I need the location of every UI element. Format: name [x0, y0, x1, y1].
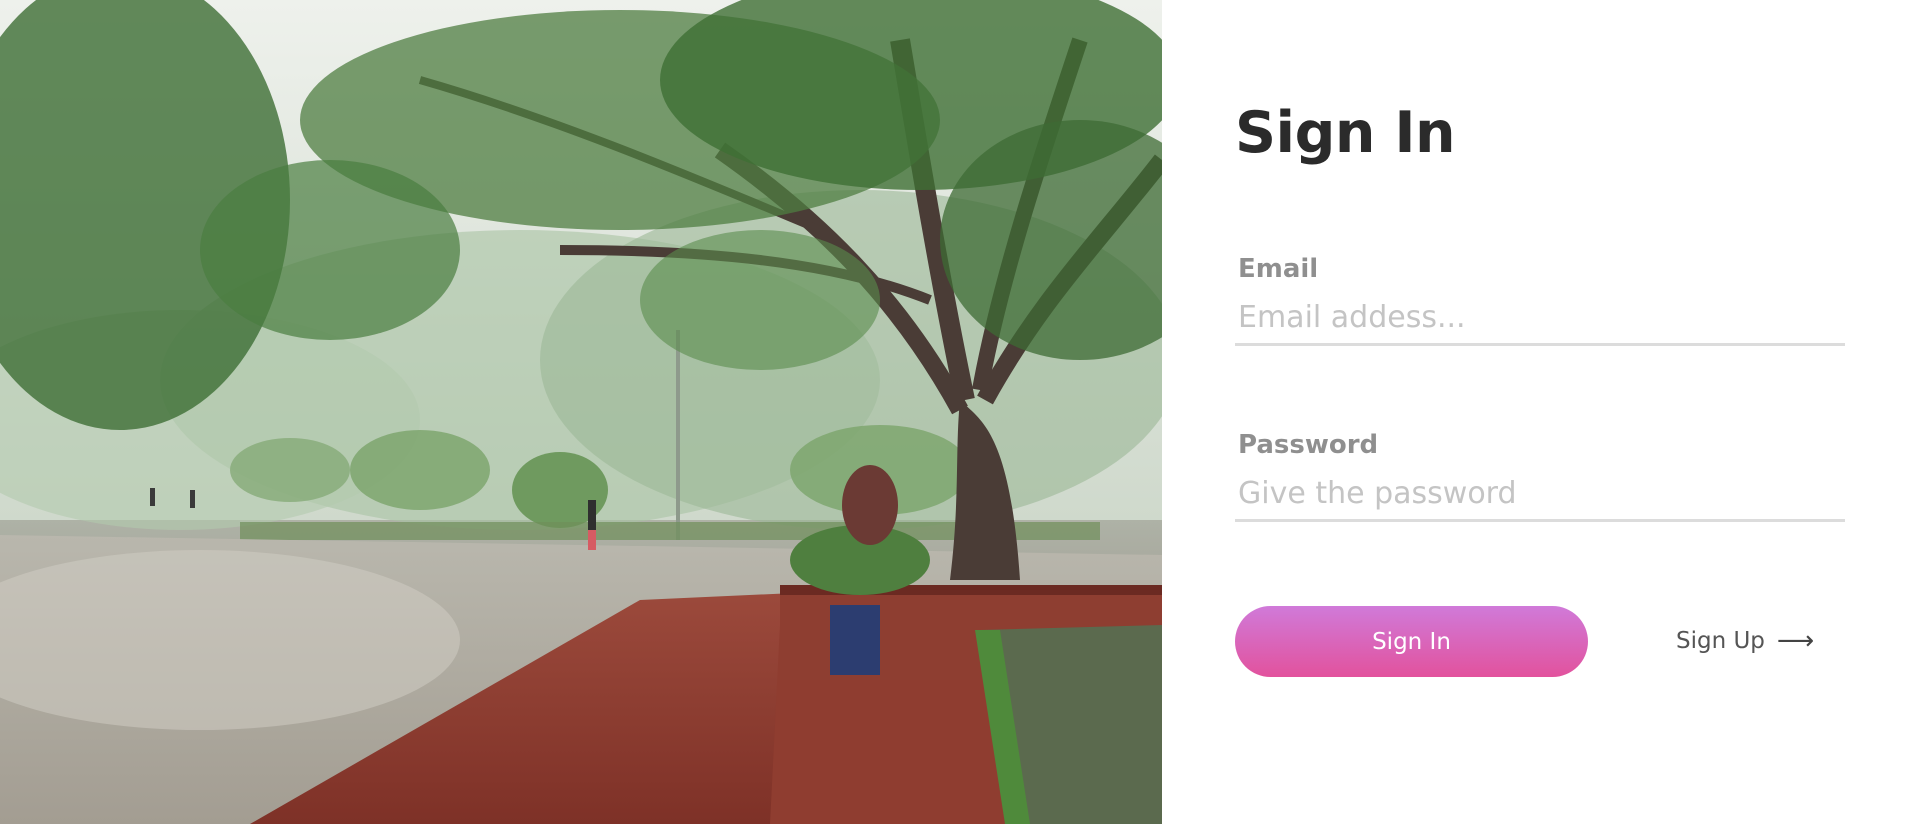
password-field-group: Password [1235, 430, 1845, 522]
sign-in-page: Sign In Email Password Sign In Sign Up ⟶ [0, 0, 1916, 824]
background-photo [0, 0, 1162, 824]
sign-in-form: Sign In Email Password Sign In Sign Up ⟶ [1162, 0, 1916, 824]
email-field-group: Email [1235, 254, 1845, 346]
page-title: Sign In [1235, 100, 1456, 166]
sign-up-link[interactable]: Sign Up ⟶ [1676, 628, 1814, 654]
arrow-right-icon: ⟶ [1776, 626, 1815, 656]
password-field[interactable] [1235, 468, 1845, 522]
email-label: Email [1238, 254, 1319, 284]
sign-in-button[interactable]: Sign In [1235, 606, 1588, 677]
sign-up-label: Sign Up [1676, 628, 1765, 654]
password-label: Password [1238, 430, 1379, 460]
email-field[interactable] [1235, 292, 1845, 346]
rainy-park-illustration [0, 0, 1162, 824]
